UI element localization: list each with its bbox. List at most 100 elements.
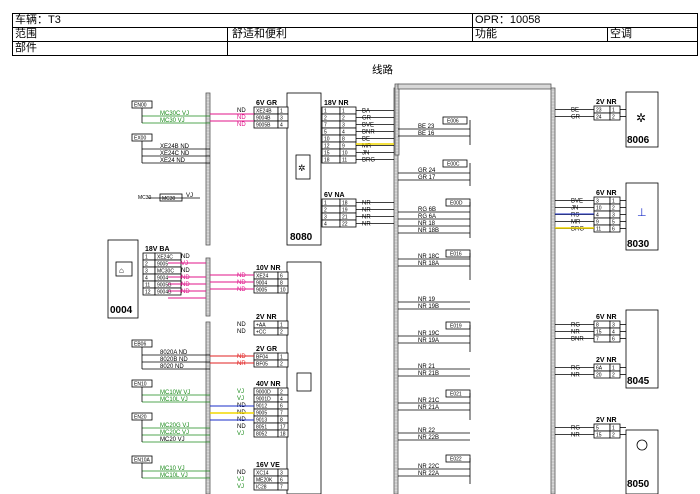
conn-6vna-pin: 22 [342, 222, 348, 228]
ground-code: EX00 [134, 136, 146, 142]
ground-code: EN20 [134, 415, 147, 421]
ground-code: EN00 [134, 103, 147, 109]
conn-6vgr-title: 6V GR [256, 100, 277, 107]
conn-18vba-pin: 12 [145, 290, 151, 296]
rconn-6vnr-b-wire-color: BNR [571, 337, 584, 343]
module-0004-label: 0004 [110, 305, 133, 316]
conn-6vgr-pin: XE24B [256, 109, 272, 115]
rconn-6vnr-pin: 11 [596, 227, 601, 233]
conn-18vnr-pin: 1 [324, 109, 327, 115]
rconn-2vnr-a-pin: 2 [612, 115, 615, 121]
conn-40vnr-wire-color: ND [237, 424, 246, 430]
mc30-label: MC30 [162, 196, 176, 202]
rconn-6vnr-b-title: 6V NR [596, 314, 617, 321]
conn-40vnr-pin: 8052 [256, 432, 267, 438]
conn-16vve-wire-color: ND [237, 470, 246, 476]
module-8045-label: 8045 [627, 376, 650, 387]
conn-6vgr-pin: 3 [280, 116, 283, 122]
rconn-6vnr-wire-color: BVE [571, 199, 583, 205]
conn-6vna-wire-color: NR [362, 201, 371, 207]
splice-label: E00D [450, 201, 463, 207]
conn-6vgr-wire-color: ND [237, 108, 246, 114]
rconn-6vnr-wire-color: MR [571, 220, 581, 226]
conn-6vgr-pin: 9004B [256, 116, 271, 122]
conn-18vnr-pin: 1 [342, 109, 345, 115]
conn-6vna-pin: 4 [324, 222, 327, 228]
rconn-6vnr-wire-color: RS [571, 213, 579, 219]
conn-18vnr-pin: 3 [342, 123, 345, 129]
splice-label: E00C [447, 162, 460, 168]
conn-6vgr-pin: 9005B [256, 123, 271, 129]
conn-18vba-wire-color: ND [181, 275, 190, 281]
splice-label: E006 [447, 119, 459, 125]
conn-18vnr-title: 18V NR [324, 100, 349, 107]
rconn-6vnr-pin: 6 [612, 227, 615, 233]
rconn-2vnr-b-wire-color: RG [571, 366, 580, 372]
conn-2vnr-wire-color: ND [237, 329, 246, 335]
conn-18vba-wire-color: VJ [181, 261, 188, 267]
conn-18vba-wire-color: ND [181, 289, 190, 295]
conn-2vgr-title: 2V GR [256, 346, 277, 353]
conn-18vnr-pin: 2 [342, 116, 345, 122]
conn-18vnr-pin: 7 [324, 123, 327, 129]
conn-2vnr-pin: +CC [256, 330, 267, 336]
conn-10vnr-pin: 9005 [256, 288, 267, 294]
conn-18vnr-pin: 2 [324, 116, 327, 122]
rconn-6vnr-b-wire-color: RG [571, 323, 580, 329]
rconn-6vnr-b-pin: 7 [596, 337, 599, 343]
ground-code: EB06 [134, 342, 146, 348]
conn-10vnr-wire-color: ND [237, 280, 246, 286]
conn-18vnr-wire-color: JN [362, 151, 369, 157]
conn-18vnr-wire-color: BA [362, 109, 370, 115]
harness-cap [394, 83, 400, 156]
unit-icon: ⌂ [119, 266, 124, 275]
rconn-2vnr-c-pin: 15 [596, 433, 602, 439]
rconn-2vnr-a-wire-color: BE [571, 108, 579, 114]
splice-label: E021 [450, 392, 462, 398]
conn-6vna-title: 6V NA [324, 192, 345, 199]
conn-16vve-title: 16V VE [256, 462, 280, 469]
rconn-6vnr-b-wire-color: NR [571, 330, 580, 336]
conn-10vnr-wire-color: ND [237, 287, 246, 293]
conn-18vnr-wire-color: BE [362, 137, 370, 143]
fan-icon: ✲ [636, 111, 646, 125]
module-8050-label: 8050 [627, 479, 650, 490]
conn-6vna-wire-color: NR [362, 208, 371, 214]
conn-40vnr-wire-color: VJ [237, 396, 244, 402]
conn-16vve-wire-color: VJ [237, 477, 244, 483]
splice-label: E016 [450, 252, 462, 258]
conn-18vba-wire-color: ND [181, 254, 190, 260]
ground-code: EN10A [134, 458, 151, 464]
conn-6vgr-wire-color: ND [237, 115, 246, 121]
conn-16vve-pin: 7 [280, 485, 283, 491]
rconn-6vnr-b-pin: 6 [612, 337, 615, 343]
conn-18vnr-wire-color: GR [362, 116, 372, 122]
conn-2vnr-pin: 2 [280, 330, 283, 336]
conn-18vnr-wire-color: BVE [362, 123, 374, 129]
ground-code: EN10 [134, 382, 147, 388]
harness-top-strip [397, 83, 552, 90]
rconn-2vnr-a-title: 2V NR [596, 99, 617, 106]
conn-40vnr-title: 40V NR [256, 381, 281, 388]
rconn-6vnr-wire-color: JN [571, 206, 578, 212]
module-8080-label: 8080 [290, 232, 313, 243]
fan-icon: ✲ [298, 163, 306, 173]
conn-10vnr-pin: 10 [280, 288, 286, 294]
splice-label: E022 [450, 457, 462, 463]
splice-label: E019 [450, 324, 462, 330]
conn-2vgr-pin: BF05 [256, 362, 268, 368]
conn-40vnr-wire-color: VJ [237, 389, 244, 395]
conn-40vnr-pin: 18 [280, 432, 286, 438]
conn-2vnr-wire-color: ND [237, 322, 246, 328]
rconn-2vnr-a-wire-color: GR [571, 115, 581, 121]
conn-6vgr-pin: 4 [280, 123, 283, 129]
lower-module-icon [296, 372, 312, 392]
rconn-2vnr-c-title: 2V NR [596, 417, 617, 424]
rconn-2vnr-b-pin: 2 [612, 373, 615, 379]
thermometer-icon: ⊥ [637, 207, 647, 219]
rconn-2vnr-c-pin: 2 [612, 433, 615, 439]
rconn-2vnr-a-pin: 1 [612, 108, 615, 114]
rconn-2vnr-b-pin: 20 [596, 373, 602, 379]
conn-6vgr-pin: 1 [280, 109, 283, 115]
rconn-2vnr-c-wire-color: RG [571, 426, 580, 432]
